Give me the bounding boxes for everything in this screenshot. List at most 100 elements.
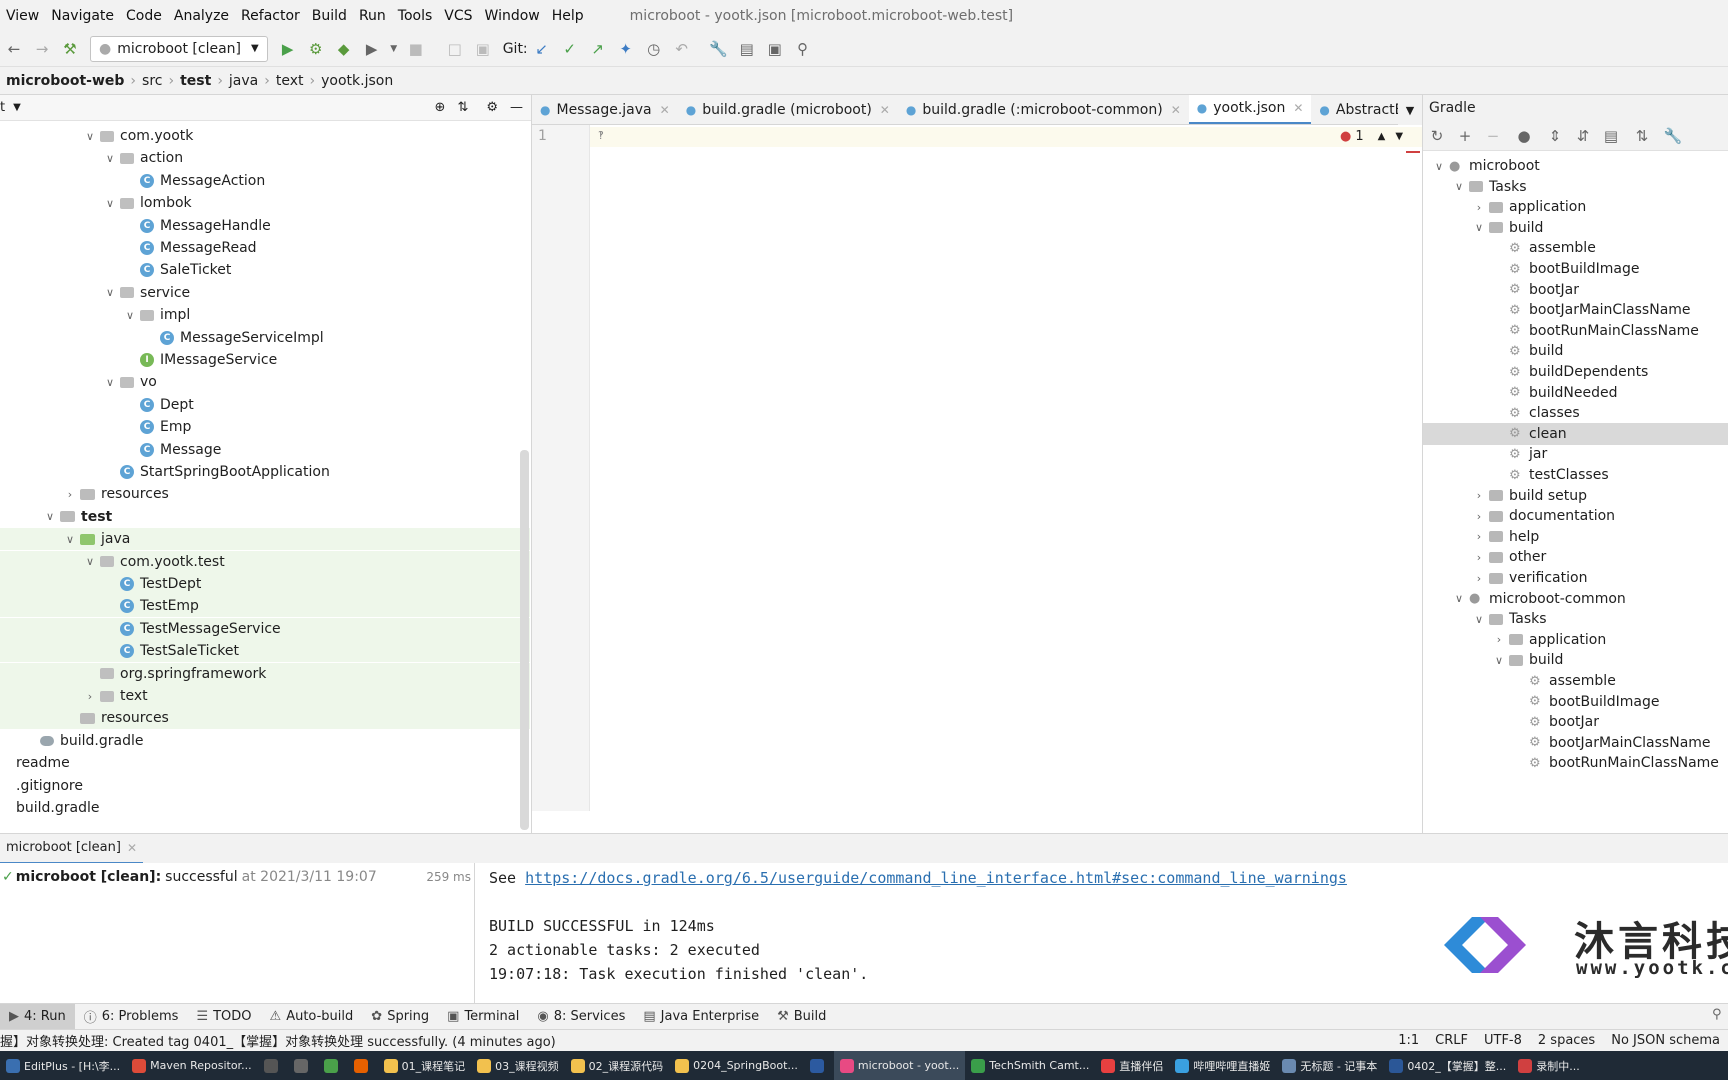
tree-row[interactable]: C TestDept (0, 573, 530, 595)
gradle-row[interactable]: › application (1423, 629, 1728, 651)
close-icon[interactable]: ✕ (1293, 101, 1303, 115)
tool-window-button[interactable]: ☰ TODO (187, 1004, 260, 1030)
gradle-row[interactable]: ⚙ buildNeeded (1423, 382, 1728, 404)
gradle-row[interactable]: ⚙ bootJar (1423, 711, 1728, 733)
stop-icon[interactable]: ■ (405, 38, 427, 60)
chevron-down-icon[interactable]: ▼ (1395, 131, 1403, 142)
editor-tab[interactable]: ● build.gradle (:microboot-common) ✕ (898, 95, 1189, 124)
tree-arrow-icon[interactable]: ∨ (104, 152, 116, 165)
project-scrollbar[interactable] (520, 450, 529, 830)
gradle-row[interactable]: ⚙ assemble (1423, 237, 1728, 259)
tree-arrow-icon[interactable]: › (1473, 551, 1485, 564)
status-message[interactable]: 握】对象转换处理: Created tag 0401_【掌握】对象转换处理 su… (0, 1031, 556, 1050)
chevron-down-icon[interactable]: ▼ (13, 102, 21, 113)
status-item[interactable]: 2 spaces (1530, 1033, 1603, 1048)
tree-arrow-icon[interactable]: ∨ (104, 197, 116, 210)
taskbar-item[interactable] (348, 1051, 378, 1080)
tree-arrow-icon[interactable]: ∨ (1453, 592, 1465, 605)
tree-row[interactable]: .gitignore (0, 775, 530, 797)
refresh-icon[interactable]: ↻ (1426, 125, 1448, 147)
tree-row[interactable]: C Dept (0, 394, 530, 416)
gradle-row[interactable]: › verification (1423, 567, 1728, 589)
tree-row[interactable]: ∨ lombok (0, 192, 530, 214)
gradle-run-icon[interactable]: ● (1513, 125, 1535, 147)
gradle-row[interactable]: ⚙ bootBuildImage (1423, 258, 1728, 280)
tree-row[interactable]: ∨ com.yootk.test (0, 550, 530, 573)
tree-row[interactable]: ∨ action (0, 147, 530, 169)
tree-arrow-icon[interactable]: ∨ (104, 286, 116, 299)
gradle-row[interactable]: ⚙ bootJarMainClassName (1423, 299, 1728, 321)
tree-row[interactable]: › resources (0, 483, 530, 505)
git-merge-icon[interactable]: ✦ (615, 38, 637, 60)
gradle-row[interactable]: ⚙ bootBuildImage (1423, 691, 1728, 713)
breadcrumb-item[interactable]: yootk.json (315, 73, 399, 89)
taskbar-item[interactable]: 哔哩哔哩直播姬 (1169, 1051, 1276, 1080)
git-push-icon[interactable]: ↗ (587, 38, 609, 60)
close-icon[interactable]: ✕ (1171, 103, 1181, 117)
hammer-build-icon[interactable]: ⚒ (59, 38, 81, 60)
git-commit-icon[interactable]: ✓ (559, 38, 581, 60)
tree-arrow-icon[interactable]: › (1473, 572, 1485, 585)
taskbar-item[interactable]: microboot - yoot... (833, 1051, 966, 1080)
tree-arrow-icon[interactable]: ∨ (124, 309, 136, 322)
editor-tab[interactable]: ● yootk.json ✕ (1188, 95, 1312, 124)
search-icon[interactable]: ⚲ (792, 38, 814, 60)
taskbar-item[interactable] (258, 1051, 288, 1080)
toggle-offline-icon[interactable]: ⇅ (1631, 125, 1653, 147)
tree-row[interactable]: org.springframework (0, 662, 530, 685)
coverage-icon[interactable]: ◆ (333, 38, 355, 60)
editor-tab[interactable]: ● build.gradle (microboot) ✕ (678, 95, 898, 124)
collapse-all-icon[interactable]: ⇵ (1572, 125, 1594, 147)
git-update-icon[interactable]: ↙ (531, 38, 553, 60)
minimize-icon[interactable]: — (510, 100, 523, 115)
tree-arrow-icon[interactable]: ∨ (1473, 613, 1485, 626)
add-icon[interactable]: + (1454, 125, 1476, 147)
gradle-row[interactable]: › other (1423, 546, 1728, 568)
gradle-row[interactable]: ⚙ jar (1423, 443, 1728, 465)
tree-arrow-icon[interactable]: ∨ (84, 130, 96, 143)
rollback-icon[interactable]: ↶ (671, 38, 693, 60)
menu-item[interactable]: Code (120, 8, 168, 24)
wrench-icon[interactable]: 🔧 (708, 38, 730, 60)
status-item[interactable]: UTF-8 (1476, 1033, 1530, 1048)
group-icon[interactable]: ▤ (1600, 125, 1622, 147)
tree-row[interactable]: C Emp (0, 416, 530, 438)
breadcrumb-item[interactable]: src (136, 73, 168, 89)
tree-row[interactable]: ∨ java (0, 528, 530, 551)
expand-all-icon[interactable]: ⇕ (1544, 125, 1566, 147)
tool-window-button[interactable]: ⚒ Build (768, 1004, 835, 1030)
tree-row[interactable]: C MessageAction (0, 170, 530, 192)
tree-arrow-icon[interactable]: ∨ (1473, 221, 1485, 234)
menu-item[interactable]: Tools (392, 8, 439, 24)
taskbar-item[interactable]: Maven Repositor... (126, 1051, 257, 1080)
breadcrumb-item[interactable]: test (174, 73, 217, 89)
taskbar-item[interactable] (288, 1051, 318, 1080)
tool-window-button[interactable]: ⚠ Auto-build (261, 1004, 363, 1030)
gradle-row[interactable]: ⚙ testClasses (1423, 464, 1728, 486)
tree-arrow-icon[interactable]: › (1473, 530, 1485, 543)
status-item[interactable]: No JSON schema (1603, 1033, 1728, 1048)
tree-arrow-icon[interactable]: › (1473, 510, 1485, 523)
taskbar-item[interactable] (318, 1051, 348, 1080)
run-config-select[interactable]: ● microboot [clean] ▼ (90, 35, 268, 62)
tool-window-button[interactable]: ◉ 8: Services (528, 1004, 634, 1030)
remove-icon[interactable]: − (1482, 125, 1504, 147)
status-item[interactable]: CRLF (1427, 1033, 1476, 1048)
run-tab[interactable]: microboot [clean] ✕ (0, 834, 143, 864)
gradle-row[interactable]: ∨ ● microboot (1423, 155, 1728, 177)
breadcrumb-item[interactable]: java (223, 73, 264, 89)
project-view-label[interactable]: t (0, 100, 5, 115)
gradle-row[interactable]: › documentation (1423, 505, 1728, 527)
project-structure-icon[interactable]: ▤ (736, 38, 758, 60)
gradle-row[interactable]: ⚙ buildDependents (1423, 361, 1728, 383)
tree-row[interactable]: C TestSaleTicket (0, 640, 530, 663)
gradle-row[interactable]: ⚙ bootRunMainClassName (1423, 320, 1728, 342)
tree-row[interactable]: I IMessageService (0, 349, 530, 371)
tree-row[interactable]: readme (0, 752, 530, 774)
gradle-row[interactable]: ∨ Tasks (1423, 176, 1728, 198)
tree-arrow-icon[interactable]: ∨ (64, 533, 76, 546)
gradle-row[interactable]: ∨ Tasks (1423, 608, 1728, 630)
tree-row[interactable]: C MessageHandle (0, 215, 530, 237)
tree-row[interactable]: C TestEmp (0, 595, 530, 618)
gradle-row[interactable]: ∨ build (1423, 217, 1728, 239)
